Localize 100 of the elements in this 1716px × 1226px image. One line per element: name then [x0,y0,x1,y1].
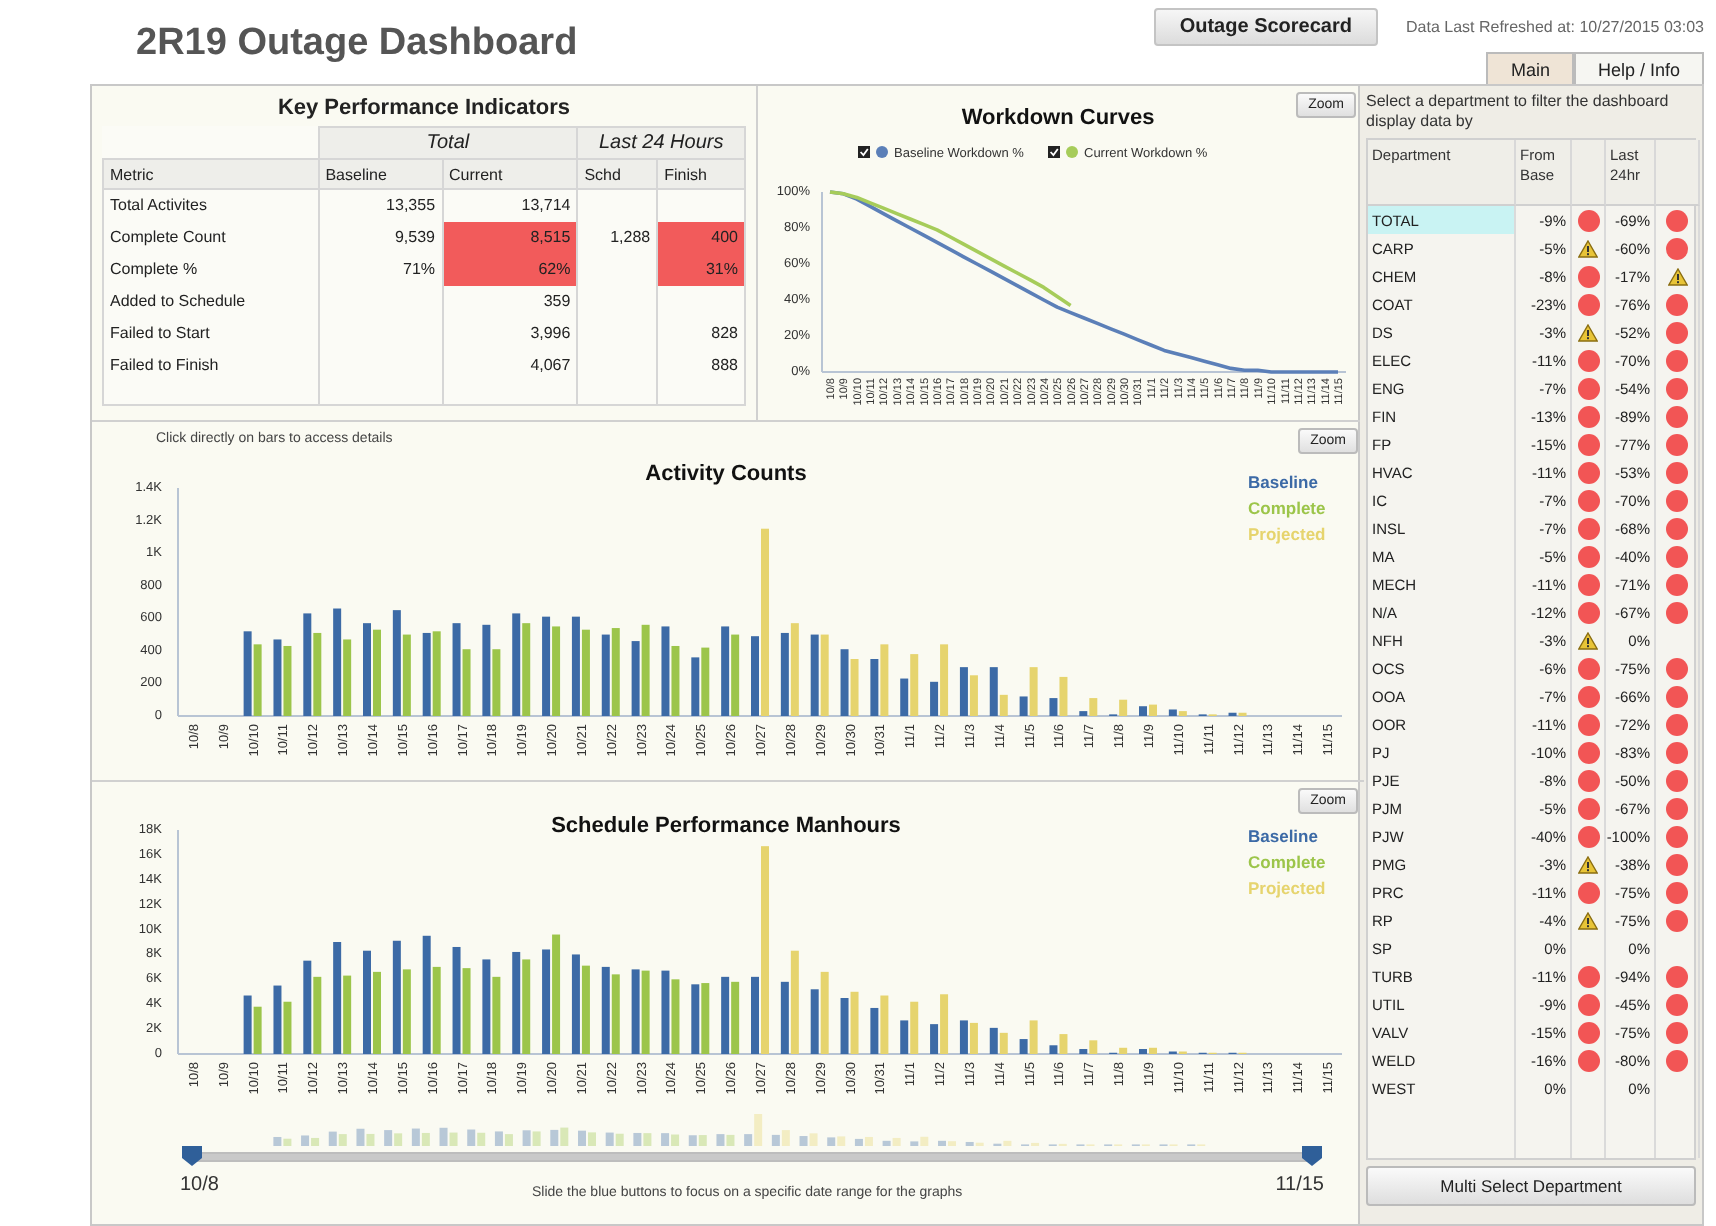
bar[interactable] [1049,1045,1058,1054]
checkbox-icon[interactable] [858,146,870,158]
bar[interactable] [900,1020,909,1054]
column-group-header: Last 24 Hours [577,127,745,159]
table-cell: 888 [657,349,745,381]
table-cell: 8,515 [442,221,578,253]
bar[interactable] [1019,1039,1028,1054]
table-cell: 31% [657,253,745,285]
chart-title: Workdown Curves [961,106,1155,130]
legend-label: Projected [1248,524,1326,544]
bar[interactable] [959,1020,968,1054]
bar[interactable] [631,969,640,1054]
bar[interactable] [900,678,909,716]
legend-label: Complete [1248,852,1326,872]
table-cell: Complete Count [103,221,319,253]
legend-label: Projected [1248,878,1326,898]
table-cell: 9,539 [318,221,443,253]
multi-select-button[interactable]: Multi Select Department [1366,1166,1696,1206]
bar[interactable] [571,954,580,1054]
bar[interactable] [601,634,610,716]
legend-label: Complete [1248,498,1326,518]
bar[interactable] [661,970,670,1054]
table-cell: 828 [657,317,745,349]
bar[interactable] [571,616,580,716]
range-end-label: 11/15 [1275,1174,1324,1196]
table-cell: Failed to Start [103,317,319,349]
bar[interactable] [482,624,491,716]
bar[interactable] [303,613,312,716]
bar[interactable] [780,632,789,716]
table-cell: 13,355 [318,189,443,221]
bar[interactable] [691,657,700,716]
bar[interactable] [422,632,431,716]
column-group-header: Total [318,127,578,159]
bar[interactable] [333,942,342,1054]
bar[interactable] [721,976,730,1054]
bar[interactable] [452,947,461,1054]
bar[interactable] [273,639,282,716]
tab[interactable]: Help / Info [1573,52,1704,86]
table-cell: 359 [442,285,578,317]
tab[interactable]: Main [1486,52,1574,86]
bar[interactable] [721,626,730,716]
legend-dot [1066,146,1078,158]
legend-label: Baseline [1248,826,1318,846]
bar[interactable] [422,935,431,1054]
bar[interactable] [780,981,789,1054]
scorecard-button[interactable]: Outage Scorecard [1153,8,1378,46]
bar[interactable] [601,966,610,1054]
bar[interactable] [392,610,401,716]
table-cell: Added to Schedule [103,285,319,317]
bar[interactable] [930,681,939,716]
panel-title: Key Performance Indicators [277,96,571,120]
bar[interactable] [1079,711,1088,716]
bar[interactable] [1019,696,1028,716]
bar[interactable] [243,631,252,716]
bar[interactable] [512,613,521,716]
table-cell: Failed to Finish [103,349,319,381]
bar[interactable] [631,641,640,716]
bar[interactable] [303,960,312,1054]
legend-dot [876,146,888,158]
bar[interactable] [810,634,819,716]
column-header: Current [442,159,578,189]
bar[interactable] [959,667,968,716]
bar[interactable] [840,649,849,716]
table-cell: Complete % [103,253,319,285]
refresh-timestamp: Data Last Refreshed at: 10/27/2015 03:03 [1406,18,1704,36]
bar[interactable] [1079,1049,1088,1054]
bar[interactable] [810,989,819,1054]
bar[interactable] [870,659,879,716]
table-cell: 71% [318,253,443,285]
table-cell: 62% [442,253,578,285]
checkbox-icon[interactable] [1048,146,1060,158]
bar[interactable] [273,985,282,1054]
bar[interactable] [989,667,998,716]
bar[interactable] [482,959,491,1054]
column-header: Schd [577,159,658,189]
table-cell: 4,067 [442,349,578,381]
bar[interactable] [840,998,849,1054]
bar[interactable] [1049,698,1058,716]
chart-title: Schedule Performance Manhours [551,814,901,838]
column-header: Finish [657,159,745,189]
bar[interactable] [989,1027,998,1054]
range-start-label: 10/8 [180,1174,219,1196]
bar[interactable] [452,623,461,716]
bar[interactable] [1168,709,1177,716]
bar[interactable] [930,1024,939,1054]
chart-title: Activity Counts [645,462,807,486]
legend-label: Baseline [1248,472,1318,492]
bar[interactable] [691,984,700,1054]
table-cell: 3,996 [442,317,578,349]
bar[interactable] [661,626,670,716]
bar[interactable] [542,949,551,1054]
bar[interactable] [512,951,521,1054]
bar[interactable] [243,995,252,1054]
bar[interactable] [542,616,551,716]
bar[interactable] [333,608,342,716]
column-header: Baseline [318,159,443,189]
bar[interactable] [392,940,401,1054]
column-header: Metric [103,159,319,189]
range-slider[interactable] [180,1146,1324,1168]
bar[interactable] [870,1007,879,1054]
